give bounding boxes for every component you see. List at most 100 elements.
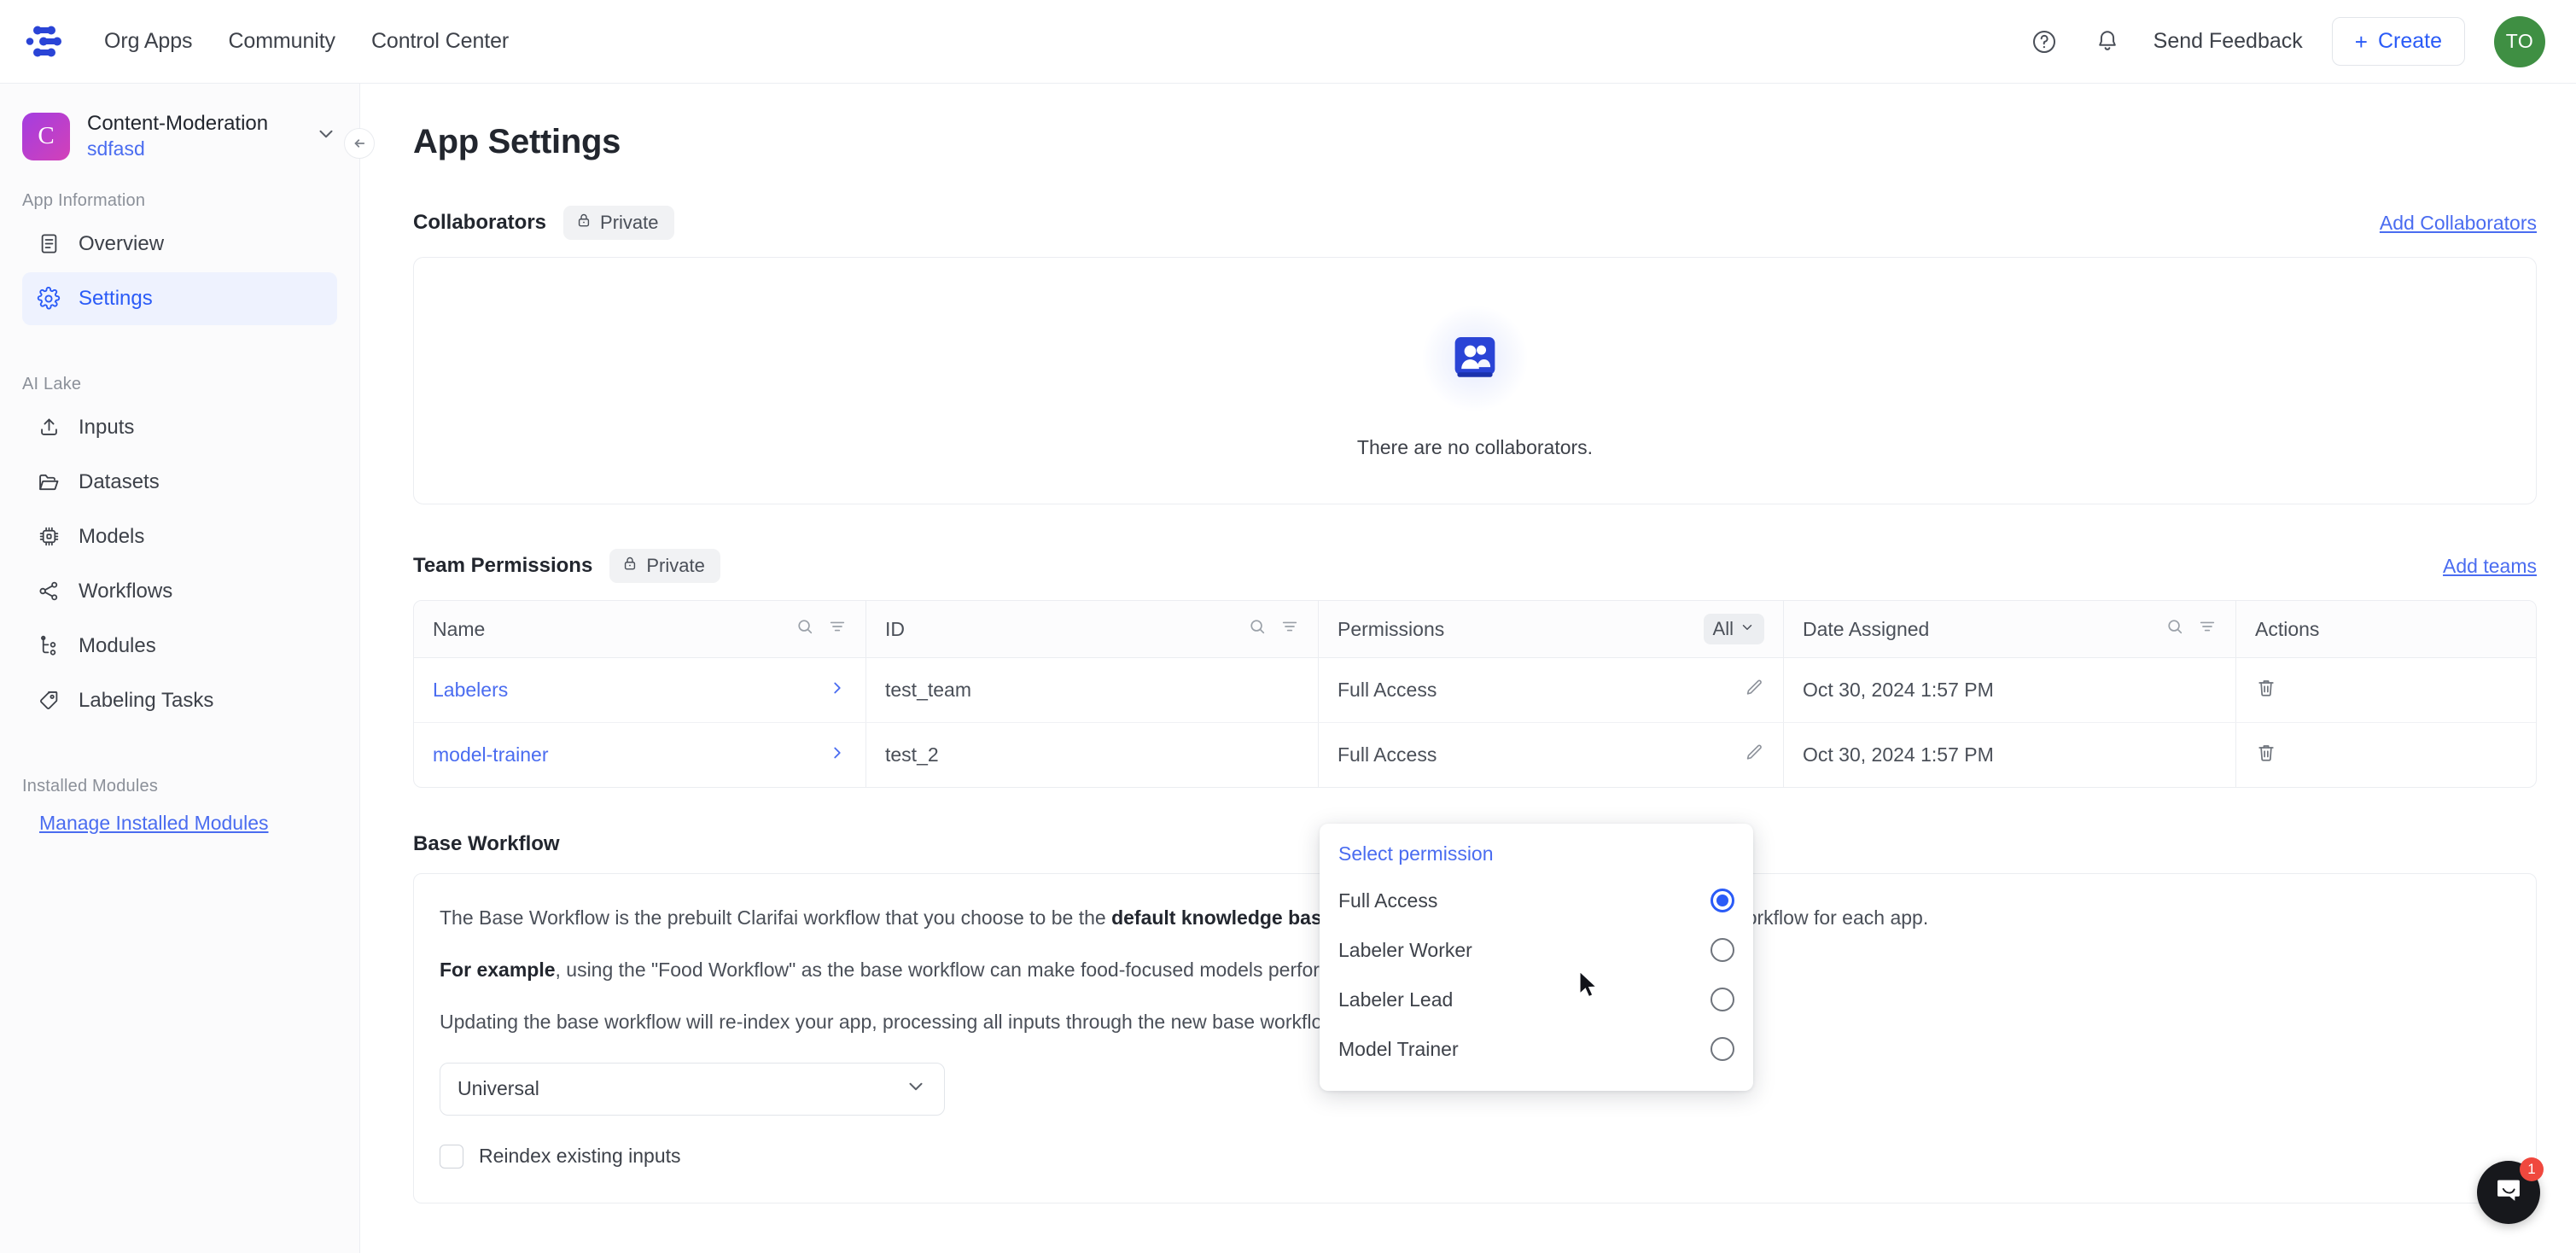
name-column-tools xyxy=(796,617,847,641)
add-collaborators-link[interactable]: Add Collaborators xyxy=(2380,212,2537,235)
permission-dropdown-menu: Select permission Full Access Labeler Wo… xyxy=(1320,824,1753,1091)
sidebar-item-label: Datasets xyxy=(79,469,160,493)
permission-option-labeler-lead[interactable]: Labeler Lead xyxy=(1320,975,1753,1024)
document-icon xyxy=(36,231,61,257)
id-column-tools xyxy=(1248,617,1299,641)
page-title: App Settings xyxy=(413,123,621,160)
collaborators-title: Collaborators xyxy=(413,211,547,234)
team-name-link[interactable]: Labelers xyxy=(433,679,508,702)
table-row: Labelers test_team Full Access Oct 30, 2… xyxy=(414,658,2536,723)
chevron-right-icon[interactable] xyxy=(828,679,847,702)
sidebar-item-inputs[interactable]: Inputs xyxy=(22,401,337,454)
sidebar-item-overview[interactable]: Overview xyxy=(22,218,337,271)
tag-icon xyxy=(36,688,61,714)
sidebar-item-modules[interactable]: Modules xyxy=(22,620,337,673)
lock-icon xyxy=(621,555,638,577)
column-header-actions: Actions xyxy=(2236,601,2536,657)
create-button-label: Create xyxy=(2377,29,2442,53)
send-feedback-button[interactable]: Send Feedback xyxy=(2153,29,2303,54)
sidebar-item-workflows[interactable]: Workflows xyxy=(22,565,337,618)
permission-value: Full Access xyxy=(1338,679,1437,701)
team-id-value: test_2 xyxy=(885,743,939,766)
app-subtitle: sdfasd xyxy=(87,137,145,160)
create-button[interactable]: + Create xyxy=(2331,17,2465,66)
permission-option-model-trainer[interactable]: Model Trainer xyxy=(1320,1024,1753,1074)
edit-permission-icon[interactable] xyxy=(1744,743,1764,768)
permission-option-labeler-worker[interactable]: Labeler Worker xyxy=(1320,925,1753,975)
sidebar-group-ai-lake: AI Lake xyxy=(22,374,82,393)
bell-icon[interactable] xyxy=(2090,25,2124,59)
manage-installed-modules-link[interactable]: Manage Installed Modules xyxy=(39,812,269,835)
cell-date-assigned: Oct 30, 2024 1:57 PM xyxy=(1784,658,2236,722)
app-selector-text: Content-Moderation sdfasd xyxy=(87,111,298,162)
sidebar-item-settings[interactable]: Settings xyxy=(22,271,337,325)
team-permissions-privacy-badge: Private xyxy=(609,549,720,583)
sidebar-item-label: Models xyxy=(79,524,145,548)
column-header-label: Name xyxy=(433,617,486,640)
search-icon[interactable] xyxy=(796,617,814,641)
chevron-right-icon[interactable] xyxy=(828,743,847,767)
cell-name[interactable]: model-trainer xyxy=(414,723,866,787)
team-permissions-section-header: Team Permissions Private Add teams xyxy=(413,549,2537,583)
radio-icon[interactable] xyxy=(1711,938,1734,962)
reindex-row: Reindex existing inputs xyxy=(440,1144,2510,1168)
radio-icon-selected[interactable] xyxy=(1711,889,1734,912)
reindex-checkbox[interactable] xyxy=(440,1144,463,1168)
permission-option-label: Full Access xyxy=(1338,889,1438,912)
app-selector[interactable]: C Content-Moderation sdfasd xyxy=(0,84,359,183)
upload-icon xyxy=(36,415,61,440)
bw-p2-b: For example xyxy=(440,958,556,981)
app-avatar: C xyxy=(22,112,70,160)
base-workflow-select[interactable]: Universal xyxy=(440,1062,945,1116)
table-body: Labelers test_team Full Access Oct 30, 2… xyxy=(414,658,2536,787)
search-icon[interactable] xyxy=(2165,617,2184,641)
radio-icon[interactable] xyxy=(1711,1037,1734,1061)
people-icon xyxy=(1447,328,1503,388)
edit-permission-icon[interactable] xyxy=(1744,678,1764,703)
chat-widget-button[interactable]: 1 xyxy=(2477,1157,2544,1224)
sidebar-item-datasets[interactable]: Datasets xyxy=(22,456,337,509)
top-nav-links: Org Apps Community Control Center xyxy=(104,29,509,54)
team-name-link[interactable]: model-trainer xyxy=(433,743,549,766)
nav-link-org-apps[interactable]: Org Apps xyxy=(104,29,193,54)
sidebar-group-installed-modules: Installed Modules xyxy=(22,776,159,796)
collaborators-empty-icon-wrap xyxy=(1419,302,1530,414)
permission-option-label: Labeler Lead xyxy=(1338,988,1454,1011)
permissions-filter-dropdown[interactable]: All xyxy=(1703,614,1764,644)
app-root: Org Apps Community Control Center Send F… xyxy=(0,0,2576,1253)
column-header-permissions: Permissions All xyxy=(1319,601,1784,657)
clarifai-logo[interactable] xyxy=(24,21,65,62)
collapse-sidebar-button[interactable] xyxy=(344,128,375,159)
cell-date-assigned: Oct 30, 2024 1:57 PM xyxy=(1784,723,2236,787)
add-teams-link[interactable]: Add teams xyxy=(2443,555,2537,578)
radio-icon[interactable] xyxy=(1711,988,1734,1011)
bw-p1-b: default knowledge base xyxy=(1111,906,1333,929)
column-header-label: Permissions xyxy=(1338,617,1445,640)
filter-icon[interactable] xyxy=(828,617,847,641)
column-header-date-assigned: Date Assigned xyxy=(1784,601,2236,657)
delete-icon[interactable] xyxy=(2255,742,2277,769)
lock-icon xyxy=(575,212,592,234)
permission-option-label: Model Trainer xyxy=(1338,1037,1459,1060)
column-header-label: Actions xyxy=(2255,617,2320,640)
nav-link-community[interactable]: Community xyxy=(228,29,335,54)
sidebar-item-models[interactable]: Models xyxy=(22,510,337,563)
permission-option-full-access[interactable]: Full Access xyxy=(1320,876,1753,925)
filter-icon[interactable] xyxy=(1280,617,1299,641)
cell-name[interactable]: Labelers xyxy=(414,658,866,722)
team-permissions-title: Team Permissions xyxy=(413,554,593,577)
base-workflow-select-value: Universal xyxy=(458,1077,539,1100)
filter-icon[interactable] xyxy=(2198,617,2217,641)
team-permissions-table: Name ID Permissions All Date Assigned Ac… xyxy=(413,600,2537,788)
nav-link-control-center[interactable]: Control Center xyxy=(371,29,509,54)
base-workflow-title: Base Workflow xyxy=(413,832,560,855)
help-circle-icon[interactable] xyxy=(2027,25,2061,59)
date-assigned-value: Oct 30, 2024 1:57 PM xyxy=(1803,679,1994,701)
collaborators-section-header: Collaborators Private Add Collaborators xyxy=(413,206,2537,240)
chevron-down-icon xyxy=(905,1075,927,1103)
search-icon[interactable] xyxy=(1248,617,1267,641)
delete-icon[interactable] xyxy=(2255,677,2277,704)
collaborators-privacy-label: Private xyxy=(600,212,659,233)
avatar[interactable]: TO xyxy=(2494,15,2545,67)
sidebar-item-labeling-tasks[interactable]: Labeling Tasks xyxy=(22,674,337,727)
